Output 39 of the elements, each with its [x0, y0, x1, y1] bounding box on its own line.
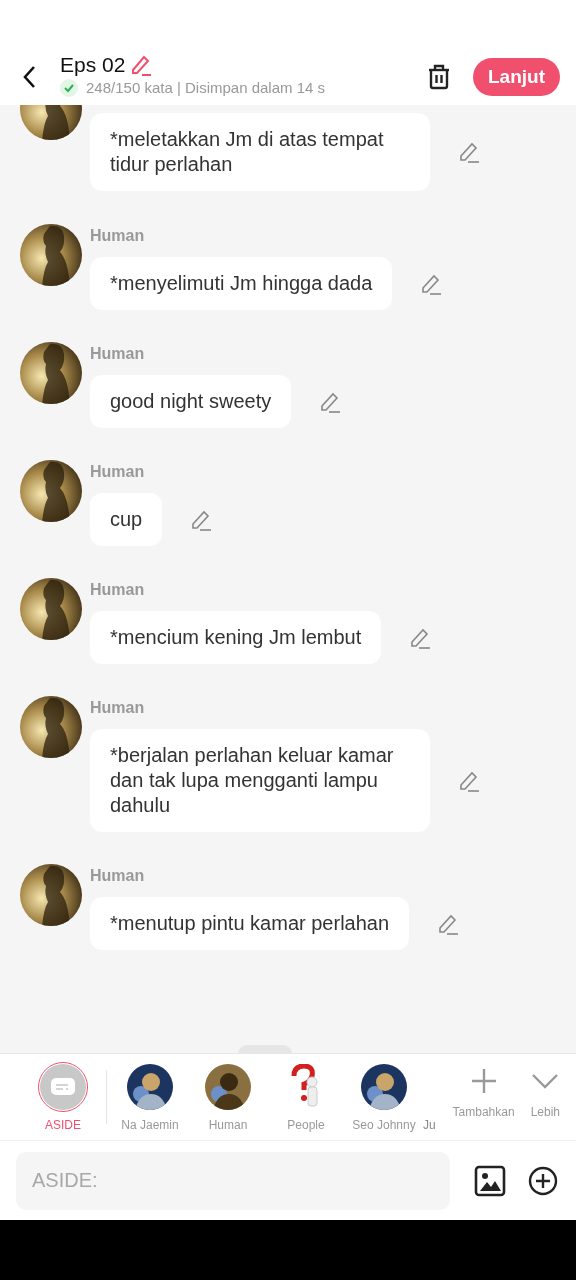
message-bubble[interactable]: *menyelimuti Jm hingga dada — [90, 257, 393, 310]
back-icon[interactable] — [22, 64, 36, 89]
sender-name: Human — [90, 345, 146, 363]
trash-icon[interactable] — [427, 63, 451, 90]
edit-icon[interactable] — [437, 912, 460, 935]
sender-name: Human — [90, 581, 146, 599]
edit-icon[interactable] — [458, 769, 480, 792]
episode-title: Eps 02 — [60, 52, 126, 77]
sender-name: Human — [90, 227, 146, 245]
character-item[interactable]: Ju — [423, 1062, 439, 1132]
edit-icon[interactable] — [190, 508, 213, 531]
character-item[interactable]: Human — [189, 1062, 267, 1132]
add-circle-icon[interactable] — [528, 1165, 558, 1196]
message-bubble[interactable]: *menutup pintu kamar perlahan — [90, 897, 410, 950]
message-bubble[interactable]: cup — [90, 493, 163, 546]
check-icon — [60, 78, 78, 97]
edit-icon[interactable] — [409, 626, 432, 649]
next-button[interactable]: Lanjut — [473, 57, 560, 96]
sender-name: Human — [90, 699, 146, 717]
edit-icon[interactable] — [420, 272, 443, 295]
edit-icon[interactable] — [458, 141, 480, 163]
aside-icon — [40, 1064, 86, 1110]
character-item[interactable]: People — [267, 1062, 345, 1132]
word-count-status: 248/150 kata | Disimpan dalam 14 s — [86, 79, 326, 96]
character-item[interactable]: Na Jaemin — [111, 1062, 189, 1132]
toolbar-action[interactable]: Tambahkan — [448, 1067, 519, 1119]
character-item[interactable]: Seo Johnny — [345, 1062, 423, 1132]
sender-name: Human — [90, 463, 146, 481]
message-bubble[interactable]: *berjalan perlahan keluar kamar dan tak lupa mengganti lampu dahulu — [90, 729, 430, 832]
message-bubble[interactable]: *meletakkan Jm di atas tempat tidur perlahan — [90, 113, 430, 191]
sender-name: Human — [90, 867, 146, 885]
toolbar-action[interactable]: Lebih — [526, 1067, 564, 1119]
edit-icon[interactable] — [319, 390, 342, 413]
image-icon[interactable] — [474, 1164, 506, 1197]
message-bubble[interactable]: good night sweety — [90, 375, 292, 428]
message-bubble[interactable]: *mencium kening Jm lembut — [90, 611, 382, 664]
message-input[interactable]: ASIDE: — [16, 1151, 450, 1210]
character-item[interactable]: ASIDE — [24, 1062, 102, 1132]
plus-icon — [469, 1067, 498, 1095]
